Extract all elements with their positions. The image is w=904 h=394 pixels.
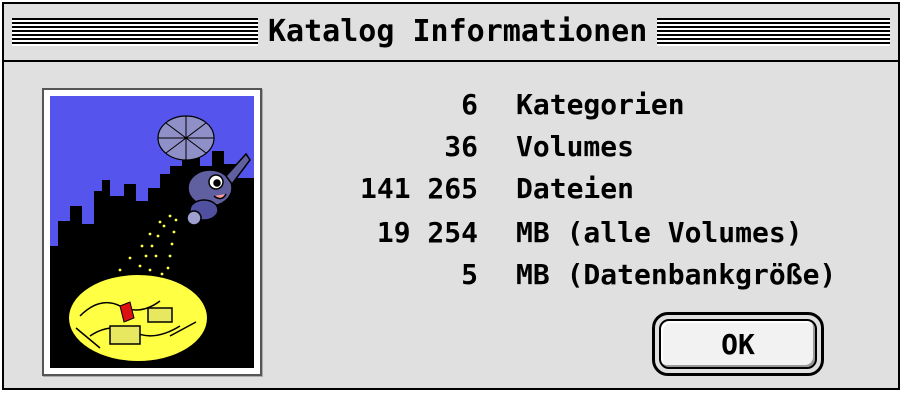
stat-value-volumes: 36 [444,130,478,163]
stat-value-total-size: 19 254 [376,216,478,249]
helicopter-searchlight-image [50,96,254,368]
ok-button-default-ring: OK [652,312,824,376]
stat-value-files: 141 265 [359,172,478,205]
stat-value-categories: 6 [461,88,478,121]
dialog-window: Katalog Informationen 6 Kategorien 36 Vo… [2,2,900,390]
window-title: Katalog Informationen [258,12,658,52]
catalog-illustration [42,88,262,376]
stat-label-categories: Kategorien [516,88,685,121]
ok-button[interactable]: OK [659,319,817,369]
stat-label-database-size: MB (Datenbankgröße) [516,258,837,291]
stat-label-volumes: Volumes [516,130,635,163]
stat-value-database-size: 5 [461,258,478,291]
title-bar[interactable]: Katalog Informationen [4,4,898,62]
stat-label-files: Dateien [516,172,635,205]
stat-label-total-size: MB (alle Volumes) [516,216,803,249]
